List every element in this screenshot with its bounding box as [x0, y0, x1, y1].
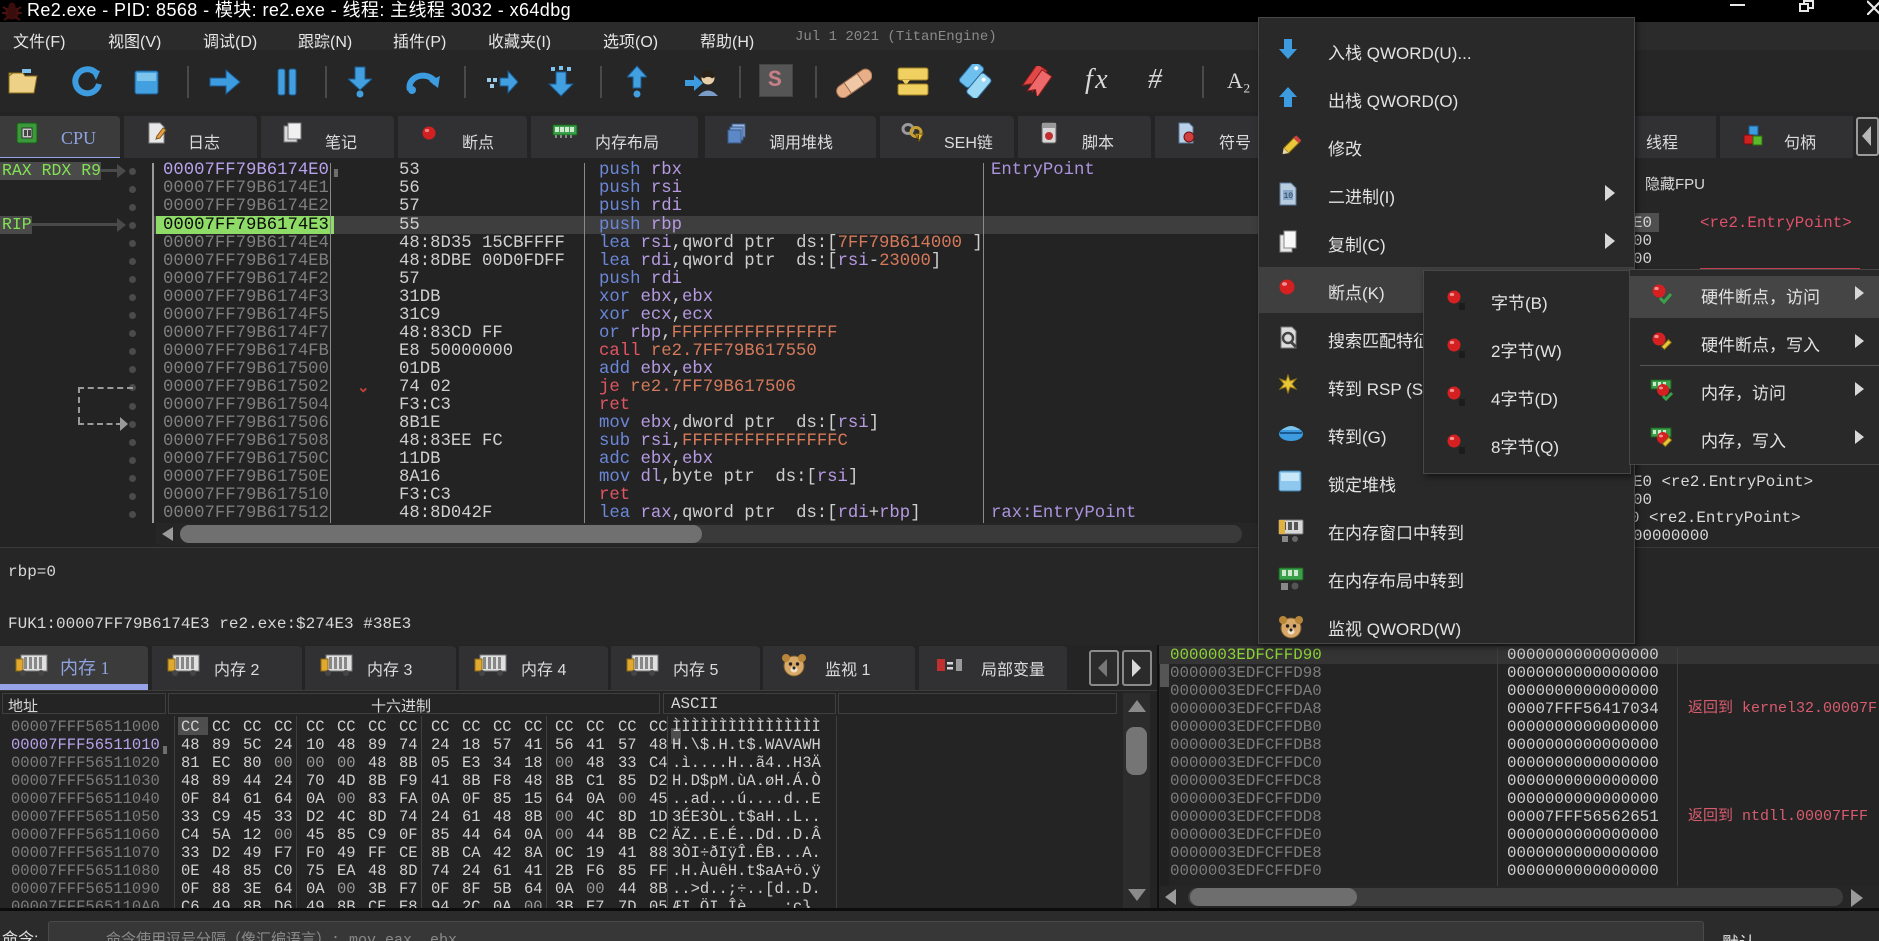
svg-text:10: 10 [1284, 192, 1294, 201]
svg-text:!: ! [917, 135, 919, 142]
